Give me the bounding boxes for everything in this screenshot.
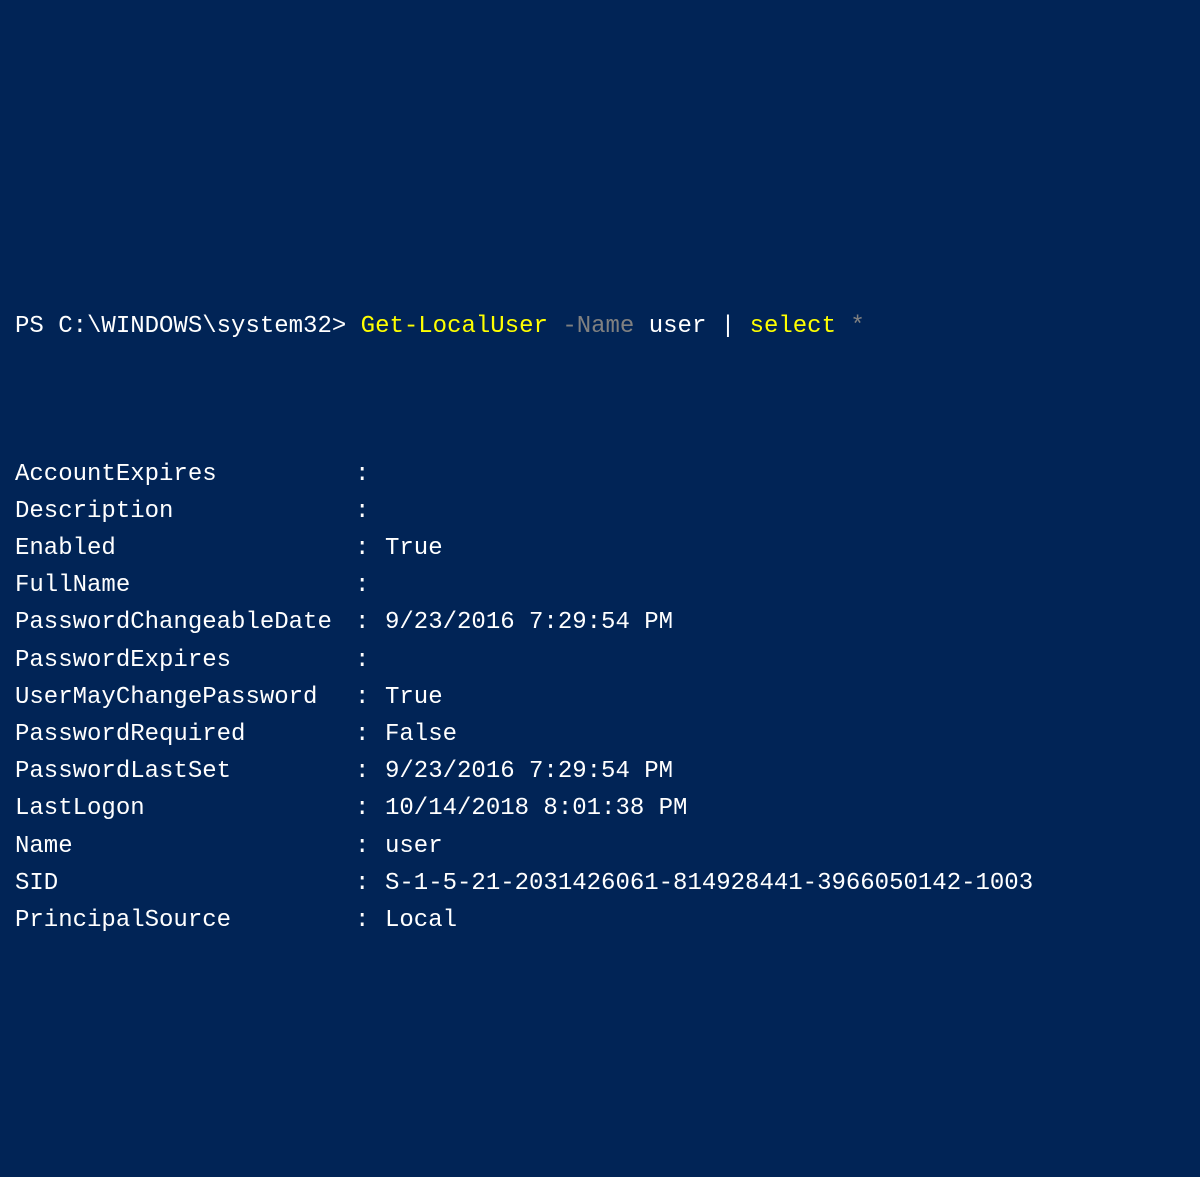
output-row: PasswordExpires: <box>15 642 1185 679</box>
property-value: True <box>385 679 443 716</box>
property-value: S-1-5-21-2031426061-814928441-3966050142… <box>385 865 1033 902</box>
property-name: Name <box>15 828 355 865</box>
property-value: 9/23/2016 7:29:54 PM <box>385 753 673 790</box>
output-row: PasswordRequired:False <box>15 716 1185 753</box>
property-name: SID <box>15 865 355 902</box>
colon-separator: : <box>355 679 385 716</box>
property-value: 10/14/2018 8:01:38 PM <box>385 790 687 827</box>
param-arg: user <box>649 313 707 340</box>
property-name: Enabled <box>15 530 355 567</box>
colon-separator: : <box>355 902 385 939</box>
property-name: LastLogon <box>15 790 355 827</box>
property-name: FullName <box>15 567 355 604</box>
pipe-operator: | <box>721 313 735 340</box>
output-row: Enabled:True <box>15 530 1185 567</box>
property-value: True <box>385 530 443 567</box>
colon-separator: : <box>355 865 385 902</box>
output-row: SID:S-1-5-21-2031426061-814928441-396605… <box>15 865 1185 902</box>
output-row: PasswordLastSet:9/23/2016 7:29:54 PM <box>15 753 1185 790</box>
colon-separator: : <box>355 642 385 679</box>
colon-separator: : <box>355 530 385 567</box>
colon-separator: : <box>355 604 385 641</box>
output-row: Name:user <box>15 828 1185 865</box>
prompt-prefix: PS C:\WINDOWS\system32> <box>15 313 346 340</box>
select-cmdlet: select <box>750 313 836 340</box>
colon-separator: : <box>355 493 385 530</box>
property-name: PasswordRequired <box>15 716 355 753</box>
colon-separator: : <box>355 828 385 865</box>
command-line: PS C:\WINDOWS\system32> Get-LocalUser -N… <box>15 308 1185 345</box>
property-value: 9/23/2016 7:29:54 PM <box>385 604 673 641</box>
property-name: PrincipalSource <box>15 902 355 939</box>
property-value: user <box>385 828 443 865</box>
output-row: LastLogon:10/14/2018 8:01:38 PM <box>15 790 1185 827</box>
colon-separator: : <box>355 716 385 753</box>
powershell-terminal[interactable]: PS C:\WINDOWS\system32> Get-LocalUser -N… <box>0 149 1200 992</box>
output-row: UserMayChangePassword:True <box>15 679 1185 716</box>
property-value: Local <box>385 902 457 939</box>
colon-separator: : <box>355 790 385 827</box>
property-name: UserMayChangePassword <box>15 679 355 716</box>
property-name: AccountExpires <box>15 456 355 493</box>
output-row: PasswordChangeableDate:9/23/2016 7:29:54… <box>15 604 1185 641</box>
star-wildcard: * <box>850 313 864 340</box>
property-name: PasswordChangeableDate <box>15 604 355 641</box>
colon-separator: : <box>355 567 385 604</box>
output-block: AccountExpires:Description:Enabled:TrueF… <box>15 456 1185 939</box>
property-name: Description <box>15 493 355 530</box>
output-row: FullName: <box>15 567 1185 604</box>
output-row: PrincipalSource:Local <box>15 902 1185 939</box>
param-name: -Name <box>562 313 634 340</box>
colon-separator: : <box>355 456 385 493</box>
output-row: AccountExpires: <box>15 456 1185 493</box>
colon-separator: : <box>355 753 385 790</box>
property-value: False <box>385 716 457 753</box>
property-name: PasswordExpires <box>15 642 355 679</box>
output-row: Description: <box>15 493 1185 530</box>
cmdlet-name: Get-LocalUser <box>361 313 548 340</box>
property-name: PasswordLastSet <box>15 753 355 790</box>
